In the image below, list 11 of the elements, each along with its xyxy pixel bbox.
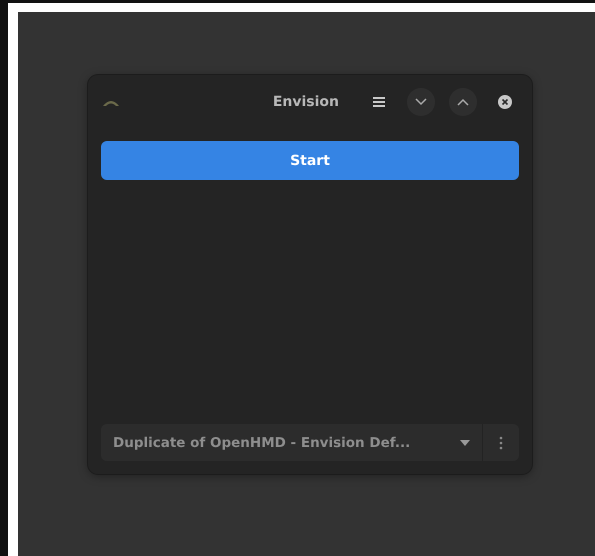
chevron-down-icon [415,98,427,106]
menu-icon [372,96,386,108]
profile-select[interactable]: Duplicate of OpenHMD - Envision Def... [101,424,482,461]
chevron-up-icon [457,98,469,106]
close-icon [497,94,513,110]
window-title: Envision [272,94,339,110]
maximize-button[interactable] [449,88,477,116]
minimize-button[interactable] [407,88,435,116]
caret-icon [460,440,470,446]
more-icon [499,436,503,450]
start-button[interactable]: Start [101,141,519,180]
